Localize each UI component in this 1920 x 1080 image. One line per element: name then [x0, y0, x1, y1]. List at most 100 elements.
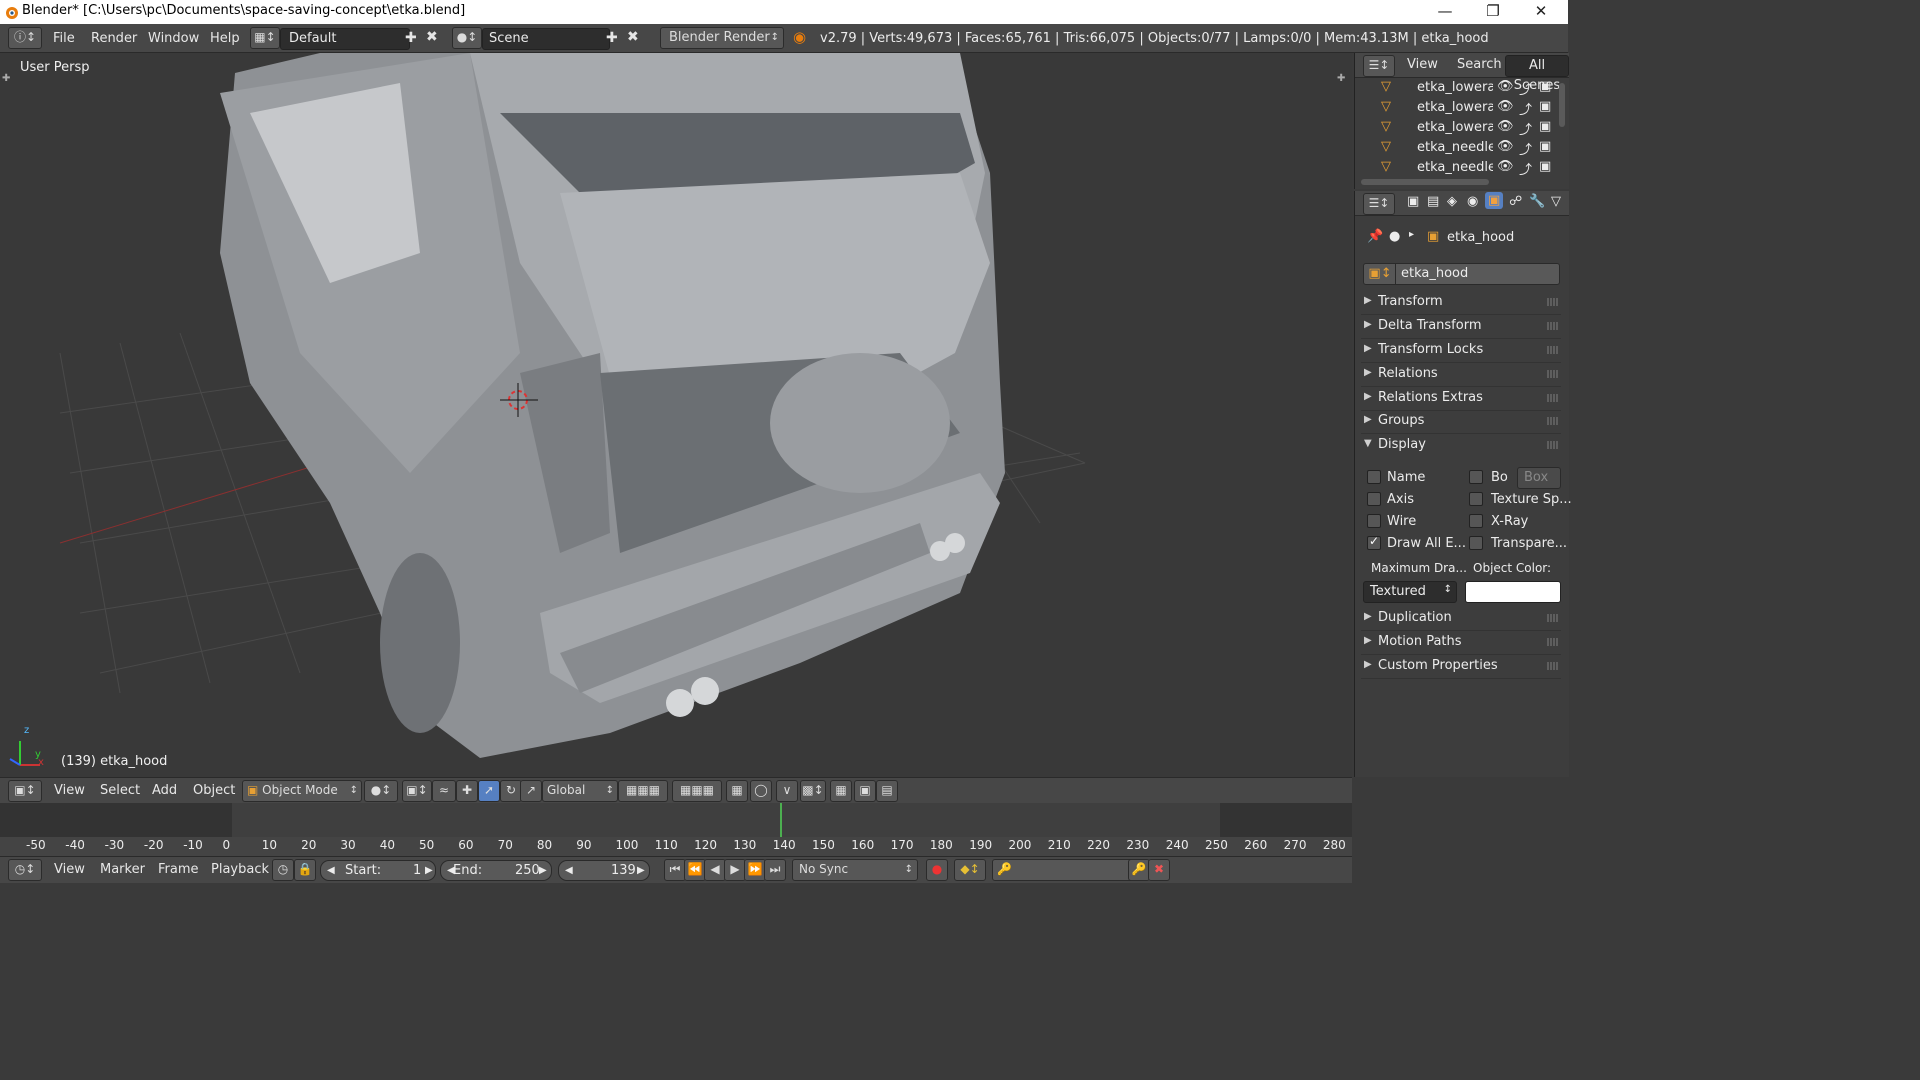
tools-toggle-icon[interactable]: ✚ — [2, 73, 10, 84]
insert-keyframe-icon[interactable]: 🔑 — [1128, 859, 1150, 881]
drag-grip-icon[interactable] — [1547, 298, 1559, 306]
opengl-render-icon[interactable]: ▣ — [854, 780, 876, 802]
checkbox-wire[interactable]: Wire — [1367, 513, 1463, 531]
timeline-menu-marker[interactable]: Marker — [100, 862, 145, 877]
panel-duplication[interactable]: ▶ Duplication — [1361, 608, 1561, 631]
checkbox-transparency[interactable]: Transpare... — [1469, 535, 1567, 553]
drag-grip-icon[interactable] — [1547, 441, 1559, 449]
snap-element-dropdown[interactable]: ▩↕ — [800, 780, 826, 802]
keying-set-icon[interactable]: ◆↕ — [954, 859, 986, 881]
proportional-edit-icon[interactable]: ≈ — [432, 780, 456, 802]
timeline-menu-playback[interactable]: Playback — [211, 862, 269, 877]
outliner-search-menu[interactable]: Search — [1457, 57, 1502, 72]
outliner-editor-icon[interactable]: ☰↕ — [1363, 55, 1395, 77]
editor-type-info-button[interactable]: ⓘ↕ — [8, 27, 42, 49]
checkbox-box[interactable] — [1367, 470, 1381, 484]
outliner-display-mode-dropdown[interactable]: All Scenes — [1505, 55, 1569, 93]
car-model[interactable] — [220, 53, 1005, 758]
render-camera-icon[interactable]: ▣ — [1539, 119, 1551, 134]
selectable-arrow-icon[interactable]: ⤴ — [1519, 119, 1532, 138]
minimize-button[interactable]: — — [1422, 0, 1468, 24]
current-frame-field[interactable]: ◀ 139 ▶ — [558, 860, 650, 881]
viewport-menu-view[interactable]: View — [54, 783, 85, 798]
scene-dropdown[interactable]: Scene — [482, 28, 610, 50]
render-tab-icon[interactable]: ▣ — [1407, 194, 1419, 209]
decrement-arrow-icon[interactable]: ◀ — [565, 861, 573, 880]
bounds-type-dropdown[interactable]: Box — [1517, 467, 1561, 489]
outliner-item[interactable]: ▽ etka_lowerarn 👁 ⤴ ▣ — [1355, 98, 1569, 118]
delete-keyframe-icon[interactable]: ✖ — [1148, 859, 1170, 881]
viewport-menu-object[interactable]: Object — [193, 783, 235, 798]
3d-viewport[interactable]: User Persp (139) etka_hood x z y ✚ ✚ — [0, 53, 1352, 777]
menu-help[interactable]: Help — [210, 31, 240, 46]
decrement-arrow-icon[interactable]: ◀ — [327, 861, 335, 880]
play-reverse-icon[interactable]: ◀ — [704, 859, 726, 881]
scene-icon[interactable]: ●↕ — [452, 27, 482, 49]
visibility-eye-icon[interactable]: 👁 — [1497, 79, 1514, 94]
timeline-editor-icon[interactable]: ◷↕ — [8, 859, 42, 881]
interaction-mode-dropdown[interactable]: ▣ Object Mode ↕ — [242, 780, 362, 802]
lock-camera-icon[interactable]: ▦ — [726, 780, 748, 802]
panel-delta-transform[interactable]: ▶ Delta Transform — [1361, 316, 1561, 339]
snap-target-icon[interactable]: ▦ — [830, 780, 852, 802]
jump-start-icon[interactable]: ⏮ — [664, 859, 686, 881]
sync-mode-dropdown[interactable]: No Sync ↕ — [792, 859, 918, 881]
timeline-menu-view[interactable]: View — [54, 862, 85, 877]
scene-layers-grid[interactable]: ▦▦▦ — [618, 780, 668, 802]
close-window-button[interactable]: ✕ — [1518, 0, 1564, 24]
object-tab-icon[interactable]: ▣ — [1485, 192, 1504, 209]
checkbox-name[interactable]: Name — [1367, 469, 1463, 487]
panel-custom-properties[interactable]: ▶ Custom Properties — [1361, 656, 1561, 679]
snap-toggle-icon[interactable]: ∨ — [776, 780, 798, 802]
max-draw-type-dropdown[interactable]: Textured ↕ — [1363, 581, 1457, 603]
visibility-eye-icon[interactable]: 👁 — [1497, 139, 1514, 154]
pivot-point-dropdown[interactable]: ▣↕ — [402, 780, 432, 802]
scale-manipulator-icon[interactable]: ↗ — [520, 780, 542, 802]
previous-keyframe-icon[interactable]: ⏪ — [684, 859, 706, 881]
outliner-view-menu[interactable]: View — [1407, 57, 1438, 72]
selectable-arrow-icon[interactable]: ⤴ — [1519, 99, 1532, 118]
outliner-vertical-scrollbar[interactable] — [1559, 83, 1565, 127]
checkbox-axis[interactable]: Axis — [1367, 491, 1463, 509]
viewport-menu-select[interactable]: Select — [100, 783, 140, 798]
visibility-eye-icon[interactable]: 👁 — [1497, 99, 1514, 114]
panel-relations-extras[interactable]: ▶ Relations Extras — [1361, 388, 1561, 411]
drag-grip-icon[interactable] — [1547, 394, 1559, 402]
checkbox-box[interactable] — [1469, 492, 1483, 506]
maximize-button[interactable]: ❐ — [1470, 0, 1516, 24]
pin-icon[interactable]: 📌 — [1367, 229, 1383, 244]
selectable-arrow-icon[interactable]: ⤴ — [1519, 159, 1532, 178]
data-tab-icon[interactable]: ▽ — [1551, 194, 1561, 209]
transform-orientation-dropdown[interactable]: Global ↕ — [542, 780, 618, 802]
checkbox-box[interactable] — [1367, 492, 1381, 506]
opengl-animation-icon[interactable]: ▤ — [876, 780, 898, 802]
layout-dropdown[interactable]: Default — [280, 28, 410, 50]
constraints-tab-icon[interactable]: ☍ — [1509, 194, 1522, 209]
current-frame-indicator[interactable] — [780, 803, 782, 837]
drag-grip-icon[interactable] — [1547, 638, 1559, 646]
checkbox-x-ray[interactable]: X-Ray — [1469, 513, 1565, 531]
render-camera-icon[interactable]: ▣ — [1539, 139, 1551, 154]
checkbox-draw-all-edges[interactable]: Draw All E... — [1367, 534, 1466, 553]
panel-groups[interactable]: ▶ Groups — [1361, 411, 1561, 434]
panel-motion-paths[interactable]: ▶ Motion Paths — [1361, 632, 1561, 655]
remove-scene-icon[interactable]: ✖ — [627, 29, 639, 45]
menu-render[interactable]: Render — [91, 31, 137, 46]
render-camera-icon[interactable]: ▣ — [1539, 79, 1551, 94]
checkbox-texture-space[interactable]: Texture Sp... — [1469, 491, 1572, 509]
checkbox-box-checked[interactable] — [1367, 534, 1381, 550]
increment-arrow-icon[interactable]: ▶ — [425, 861, 433, 880]
add-layout-icon[interactable]: ✚ — [405, 30, 417, 46]
start-frame-field[interactable]: ◀ Start: 1 ▶ — [320, 860, 436, 881]
occlude-geometry-icon[interactable]: ◯ — [750, 780, 772, 802]
outliner-item[interactable]: ▽ etka_needle_ 👁 ⤴ ▣ — [1355, 158, 1569, 178]
drag-grip-icon[interactable] — [1547, 662, 1559, 670]
checkbox-box[interactable] — [1367, 514, 1381, 528]
viewport-canvas[interactable] — [0, 53, 1352, 777]
selectable-arrow-icon[interactable]: ⤴ — [1519, 139, 1532, 158]
lock-time-icon[interactable]: 🔒 — [294, 859, 316, 881]
panel-transform[interactable]: ▶ Transform — [1361, 292, 1561, 315]
jump-end-icon[interactable]: ⏭ — [764, 859, 786, 881]
object-datablock-icon[interactable]: ▣↕ — [1363, 263, 1397, 285]
increment-arrow-icon[interactable]: ▶ — [637, 861, 645, 880]
